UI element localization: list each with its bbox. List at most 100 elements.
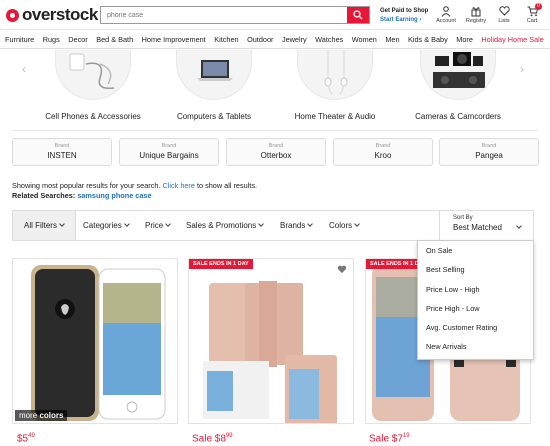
carousel-next-icon[interactable]: ›	[520, 62, 524, 76]
sort-option-price-low-high[interactable]: Price Low - High	[418, 280, 533, 299]
more-colors-text: more	[19, 411, 38, 420]
carousel-label: Home Theater & Audio	[294, 112, 376, 121]
more-colors-badge: more colors	[15, 410, 68, 421]
carousel-item-cameras[interactable]: Cameras & Camcorders	[398, 50, 518, 121]
filter-sales-promotions[interactable]: Sales & Promotions	[186, 221, 265, 230]
product-price: Sale $719	[369, 433, 410, 444]
nav-home-improvement[interactable]: Home Improvement	[142, 35, 206, 44]
product-card[interactable]: more colors	[12, 258, 178, 424]
price-prefix: Sale	[369, 433, 390, 445]
filter-categories[interactable]: Categories	[83, 221, 130, 230]
sort-option-new-arrivals[interactable]: New Arrivals	[418, 337, 533, 356]
carousel-label: Cell Phones & Accessories	[45, 112, 141, 121]
start-earning-link[interactable]: Start Earning ›	[380, 16, 428, 25]
nav-decor[interactable]: Decor	[68, 35, 87, 44]
nav-outdoor[interactable]: Outdoor	[247, 35, 273, 44]
product-card[interactable]: SALE ENDS IN 1 DAY	[188, 258, 354, 424]
search-input[interactable]	[101, 7, 347, 23]
filter-colors[interactable]: Colors	[329, 221, 360, 230]
carousel-prev-icon[interactable]: ‹	[22, 62, 26, 76]
brand-label: Brand	[161, 143, 177, 149]
price-dollars: $5	[17, 433, 29, 445]
cart-count-badge: 0	[535, 3, 542, 10]
nav-holiday-home-sale[interactable]: Holiday Home Sale	[481, 35, 543, 44]
category-nav: Furniture Rugs Decor Bed & Bath Home Imp…	[0, 30, 550, 49]
chevron-down-icon	[258, 221, 265, 227]
carousel-item-home-theater[interactable]: Home Theater & Audio	[275, 50, 395, 121]
search-button[interactable]	[347, 7, 369, 23]
heart-icon[interactable]	[337, 265, 347, 274]
nav-kitchen[interactable]: Kitchen	[214, 35, 238, 44]
price-cents: 49	[28, 433, 35, 439]
filter-price[interactable]: Price	[145, 221, 172, 230]
brand-filter-unique-bargains[interactable]: Brand Unique Bargains	[119, 138, 219, 166]
account-button[interactable]: Account	[432, 4, 460, 24]
brand-label: Brand	[54, 143, 70, 149]
get-paid-promo[interactable]: Get Paid to Shop Start Earning ›	[380, 7, 428, 25]
search-bar	[100, 6, 370, 24]
lists-label: Lists	[498, 18, 510, 24]
registry-button[interactable]: Registry	[462, 4, 490, 24]
lists-button[interactable]: Lists	[490, 4, 518, 24]
overstock-logo[interactable]: overstock	[6, 5, 98, 24]
brand-name: Pangea	[475, 151, 503, 160]
gift-icon	[471, 6, 481, 16]
nav-more[interactable]: More	[456, 35, 473, 44]
brand-filter-insten[interactable]: Brand INSTEN	[12, 138, 112, 166]
filter-label: Brands	[280, 221, 306, 230]
charger-image	[55, 50, 131, 100]
carousel-item-computers[interactable]: Computers & Tablets	[154, 50, 274, 121]
sort-by-value: Best Matched	[453, 223, 502, 232]
earbuds-image	[297, 50, 373, 100]
rose-gold-wallet-case-image	[203, 281, 337, 423]
filter-label: Categories	[83, 221, 122, 230]
chevron-down-icon	[123, 221, 130, 227]
site-header: overstock Get Paid to Shop Start Earning…	[0, 0, 550, 30]
nav-women[interactable]: Women	[352, 35, 377, 44]
brand-filter-kroo[interactable]: Brand Kroo	[333, 138, 433, 166]
brand-name: Kroo	[374, 151, 392, 160]
carousel-item-cell-phones[interactable]: Cell Phones & Accessories	[33, 50, 153, 121]
carousel-label: Computers & Tablets	[176, 112, 252, 121]
price-cents: 99	[225, 433, 233, 439]
user-icon	[441, 5, 451, 17]
results-notice: Showing most popular results for your se…	[12, 181, 257, 190]
related-label: Related Searches:	[12, 191, 76, 200]
search-icon	[353, 10, 363, 20]
related-search-link[interactable]: samsung phone case	[77, 191, 151, 200]
product-price: Sale $899	[192, 433, 233, 444]
brand-label: Brand	[268, 143, 284, 149]
cart-button[interactable]: 0 Cart	[518, 3, 546, 24]
brand-filter-otterbox[interactable]: Brand Otterbox	[226, 138, 326, 166]
sort-option-best-selling[interactable]: Best Selling	[418, 260, 533, 279]
sort-by-select[interactable]: Sort By Best Matched	[439, 211, 535, 240]
sort-option-price-high-low[interactable]: Price High - Low	[418, 299, 533, 318]
all-filters-button[interactable]: All Filters	[13, 211, 76, 240]
click-here-link[interactable]: Click here	[162, 181, 194, 190]
nav-bed-bath[interactable]: Bed & Bath	[96, 35, 133, 44]
nav-furniture[interactable]: Furniture	[5, 35, 34, 44]
phone-case-gold-image	[31, 265, 166, 421]
brand-name: INSTEN	[47, 151, 77, 160]
price-dollars: $8	[214, 433, 226, 445]
category-carousel: ‹ › Cell Phones & Accessories Computers …	[0, 50, 550, 130]
brand-label: Brand	[481, 143, 497, 149]
nav-rugs[interactable]: Rugs	[43, 35, 60, 44]
account-label: Account	[436, 18, 456, 24]
nav-kids-baby[interactable]: Kids & Baby	[408, 35, 448, 44]
price-cents: 19	[402, 433, 410, 439]
nav-watches[interactable]: Watches	[315, 35, 343, 44]
filter-brands[interactable]: Brands	[280, 221, 314, 230]
sort-dropdown-menu: On Sale Best Selling Price Low - High Pr…	[417, 240, 534, 360]
sort-option-avg-rating[interactable]: Avg. Customer Rating	[418, 318, 533, 337]
price-dollars: $7	[391, 433, 403, 445]
sort-option-on-sale[interactable]: On Sale	[418, 241, 533, 260]
filter-label: Sales & Promotions	[186, 221, 257, 230]
brand-filter-pangea[interactable]: Brand Pangea	[439, 138, 539, 166]
all-filters-label: All Filters	[24, 221, 57, 230]
nav-men[interactable]: Men	[385, 35, 399, 44]
heart-icon	[498, 6, 510, 16]
nav-jewelry[interactable]: Jewelry	[282, 35, 307, 44]
carousel-label: Cameras & Camcorders	[415, 112, 501, 121]
related-searches: Related Searches: samsung phone case	[12, 191, 152, 200]
